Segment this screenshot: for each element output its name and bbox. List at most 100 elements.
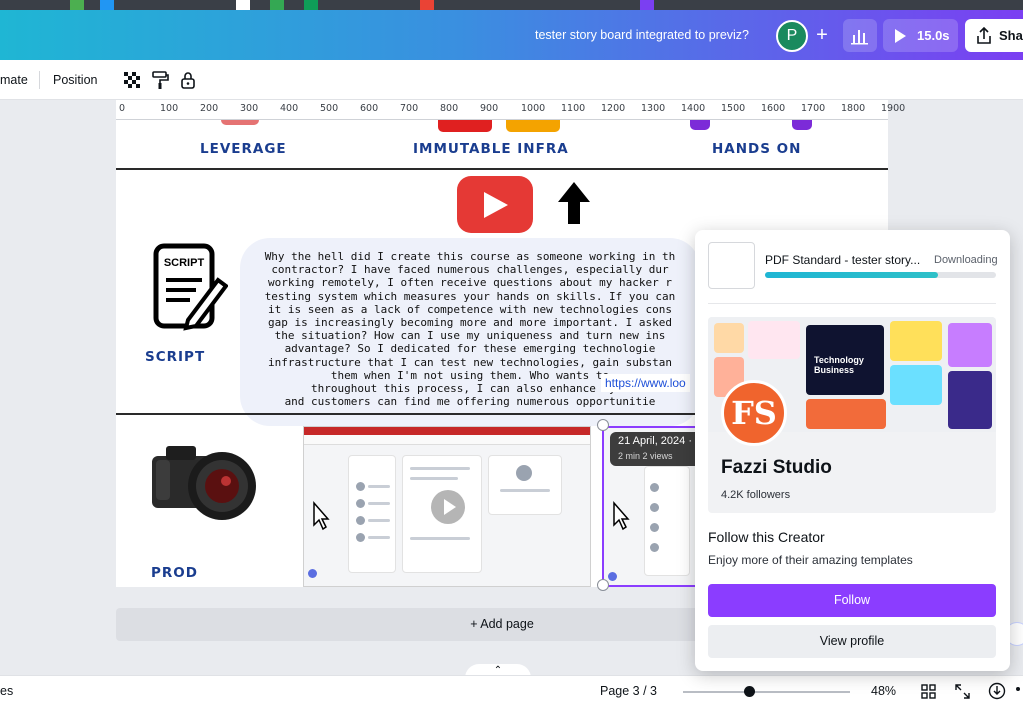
video-screenshot-1[interactable] [303, 426, 591, 587]
ruler-label: 300 [240, 103, 259, 114]
youtube-logo[interactable] [457, 176, 533, 233]
duration-label: 15.0s [917, 28, 950, 43]
document-title[interactable]: tester story board integrated to previz? [535, 28, 749, 42]
text-line [368, 502, 390, 505]
text-line [368, 536, 390, 539]
insights-button[interactable] [843, 19, 877, 52]
tab-favicon[interactable] [270, 0, 284, 10]
prod-label[interactable]: PROD [151, 565, 198, 581]
tab-favicon[interactable] [236, 0, 250, 10]
share-button[interactable]: Shar [965, 19, 1023, 52]
mouse-cursor-icon [313, 501, 330, 531]
up-arrow-icon[interactable] [557, 180, 591, 226]
follow-heading: Follow this Creator [708, 529, 825, 545]
script-line: testing system which measures your hands… [264, 289, 676, 303]
script-line: it is seen as a lack of competence with … [268, 302, 672, 316]
add-collaborator-button[interactable]: + [808, 22, 836, 50]
grid-view-icon[interactable] [921, 684, 936, 699]
more-icon[interactable] [1016, 687, 1020, 691]
avatar-dot [650, 543, 659, 552]
share-label: Shar [999, 28, 1023, 43]
tab-favicon[interactable] [420, 0, 434, 10]
browser-tab-strip [0, 0, 1023, 10]
view-profile-button[interactable]: View profile [708, 625, 996, 658]
creator-followers: 4.2K followers [721, 489, 791, 501]
zoom-slider-handle[interactable] [744, 686, 755, 697]
avatar-dot [650, 523, 659, 532]
ruler-label: 700 [400, 103, 419, 114]
script-document-icon[interactable]: SCRIPT [148, 240, 228, 332]
heading-immutable-infra[interactable]: IMMUTABLE INFRA [413, 141, 569, 157]
tab-favicon[interactable] [640, 0, 654, 10]
text-line [368, 485, 390, 488]
recorder-dot [308, 569, 317, 578]
play-icon [444, 499, 456, 515]
page-indicator[interactable]: Page 3 / 3 [600, 684, 657, 698]
script-line: the situation? How can I use my uniquene… [274, 329, 666, 343]
selection-handle[interactable] [597, 579, 609, 591]
share-icon [977, 26, 991, 44]
zoom-slider[interactable] [683, 691, 850, 693]
avatar-dot [356, 516, 365, 525]
text-line [500, 489, 550, 492]
text-line [410, 537, 470, 540]
script-line: working remotely, I often receive questi… [268, 276, 672, 290]
zoom-value[interactable]: 48% [871, 684, 896, 698]
download-progress-icon[interactable] [988, 682, 1006, 700]
present-button[interactable]: 15.0s [883, 19, 958, 52]
ruler-label: 1200 [601, 103, 626, 114]
text-line [368, 519, 390, 522]
script-text-box[interactable]: Why the hell did I create this course as… [240, 238, 700, 426]
tab-favicon[interactable] [304, 0, 318, 10]
ruler-label: 1800 [841, 103, 866, 114]
heading-hands-on[interactable]: HANDS ON [712, 141, 801, 157]
decor-bar[interactable] [221, 120, 259, 125]
script-line: infrastructure that I can test new techn… [268, 355, 672, 369]
selection-handle[interactable] [597, 419, 609, 431]
fullscreen-icon[interactable] [955, 684, 970, 699]
camera-icon[interactable] [148, 434, 268, 524]
script-line: contractor? I have faced numerous challe… [271, 263, 669, 277]
creator-name[interactable]: Fazzi Studio [721, 457, 832, 479]
horizontal-ruler: 0 100 200 300 400 500 600 700 800 900 10… [116, 100, 905, 120]
link-text[interactable]: https://www.loo [601, 374, 690, 392]
download-progress-fill [765, 272, 939, 278]
decor-bar[interactable] [792, 120, 812, 130]
decor-bar[interactable] [506, 120, 560, 132]
transparency-icon[interactable] [122, 70, 142, 90]
play-icon [484, 192, 508, 218]
video-play-button[interactable] [431, 490, 465, 524]
avatar-dot [650, 503, 659, 512]
tab-favicon[interactable] [100, 0, 114, 10]
list-panel [644, 466, 690, 576]
notes-button[interactable]: es [0, 684, 13, 698]
recorder-dot [608, 572, 617, 581]
video-date: 21 April, 2024 · 1 [618, 435, 702, 447]
ruler-label: 900 [480, 103, 499, 114]
position-button[interactable]: Position [53, 73, 97, 87]
ruler-label: 1300 [641, 103, 666, 114]
heading-leverage[interactable]: LEVERAGE [200, 141, 287, 157]
divider-line[interactable] [116, 168, 888, 170]
lock-icon[interactable] [178, 70, 198, 90]
toolbar-divider [39, 71, 40, 89]
animate-button[interactable]: mate [0, 73, 28, 87]
ruler-label: 600 [360, 103, 379, 114]
tab-favicon[interactable] [70, 0, 84, 10]
follow-button[interactable]: Follow [708, 584, 996, 617]
script-label[interactable]: SCRIPT [145, 349, 205, 365]
paint-roller-icon[interactable] [150, 70, 170, 90]
script-line: and customers can find me offering numer… [284, 395, 656, 409]
editor-header: tester story board integrated to previz?… [0, 10, 1023, 60]
footer-bar: es Page 3 / 3 48% [0, 675, 1023, 701]
decor-bar[interactable] [690, 120, 710, 130]
user-avatar[interactable]: P [776, 20, 808, 52]
banner-tile [748, 321, 800, 359]
banner-tile [948, 371, 992, 429]
ruler-label: 200 [200, 103, 219, 114]
context-toolbar: mate Position [0, 60, 1023, 100]
profile-avatar [516, 465, 532, 481]
creator-card[interactable]: Technology Business FS Fazzi Studio 4.2K… [708, 317, 996, 513]
download-progress-bar [765, 272, 996, 278]
decor-bar[interactable] [438, 120, 492, 132]
